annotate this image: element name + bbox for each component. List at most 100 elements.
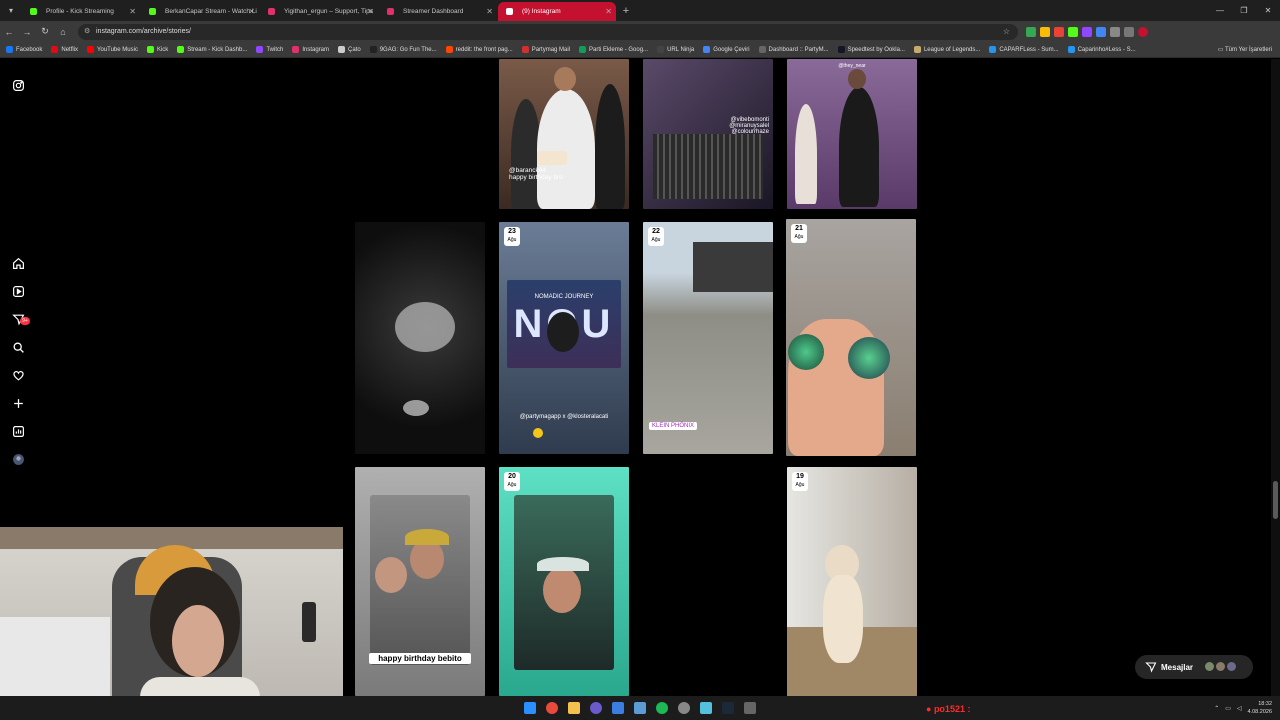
bookmark-item[interactable]: Netflix [51,46,78,53]
instagram-logo-icon[interactable] [11,79,25,93]
back-icon[interactable]: ← [0,27,18,37]
story-tile[interactable]: 21 Ağu [786,219,916,456]
bookmark-item[interactable]: Caparinho#Less - S... [1067,46,1136,53]
tab-kick-profile[interactable]: Profile - Kick Streaming ✕ [22,2,140,21]
scrollbar[interactable] [1271,59,1280,696]
heart-icon[interactable] [11,369,25,383]
tab-instagram[interactable]: (9) Instagram ✕ [498,2,616,21]
extension-icon[interactable] [1068,26,1078,37]
bookmark-item[interactable]: Parti Ekleme - Goog... [579,46,648,53]
address-bar[interactable]: ⚙ instagram.com/archive/stories/ ☆ [78,23,1018,40]
bookmark-star-icon[interactable]: ☆ [1003,24,1010,40]
bookmark-item[interactable]: Partymag Mail [521,46,570,53]
tab-kick-stream[interactable]: BerkanCapar Stream - Watch Li ✕ [141,2,259,21]
instagram-icon [506,8,513,15]
puzzle-icon[interactable] [1110,26,1120,37]
extension-icon[interactable] [1096,26,1106,37]
bottle [302,602,316,642]
profile-avatar-icon[interactable] [11,453,25,467]
bookmark-item[interactable]: Dashboard :: PartyM... [758,46,829,53]
reload-icon[interactable]: ↻ [36,26,54,37]
story-tile[interactable]: 22 Ağu KLEIN PHÖNIX [643,222,773,454]
home-icon[interactable] [11,257,25,271]
new-tab-button[interactable]: + [617,2,635,21]
site-info-icon[interactable]: ⚙ [84,24,90,40]
download-icon[interactable] [1124,26,1134,37]
reels-icon[interactable] [11,285,25,299]
extension-icon[interactable] [1040,26,1050,37]
create-icon[interactable] [11,397,25,411]
forward-icon[interactable]: → [18,27,36,37]
dashboard-icon[interactable] [11,425,25,439]
bookmark-favicon-icon [51,46,59,53]
story-tile[interactable]: @vibebomonti @miranuysalel @colourrhaze [643,59,773,209]
home-icon[interactable]: ⌂ [54,27,72,37]
profile-avatar-icon[interactable] [1138,26,1148,37]
story-tile[interactable] [355,222,485,454]
windows-start-icon[interactable] [524,702,536,714]
story-tile[interactable]: @baranck44 happy birthday bro [499,59,629,209]
bookmark-item[interactable]: Speedtest by Ookla... [837,46,905,53]
file-explorer-icon[interactable] [568,702,580,714]
network-icon[interactable]: ▭ [1225,705,1231,712]
all-bookmarks-button[interactable]: ▭ Tüm Yer İşaretleri [1218,42,1272,58]
bookmark-item[interactable]: League of Legends... [913,46,980,53]
bookmark-item[interactable]: YouTube Music [87,46,138,53]
extension-icon[interactable] [1054,26,1064,37]
story-tile[interactable]: 19 Ağu [787,467,917,696]
tab-support[interactable]: Yigithan_ergun – Support, Tips ✕ [260,2,378,21]
app-icon[interactable] [744,702,756,714]
bookmark-favicon-icon [657,46,665,53]
close-tab-icon[interactable]: ✕ [248,2,255,21]
close-tab-icon[interactable]: ✕ [486,2,493,21]
tab-strip: ▾ Profile - Kick Streaming ✕ BerkanCapar … [0,0,1280,21]
messages-button[interactable]: Mesajlar [1135,655,1253,679]
clock[interactable]: 18:32 4.08.2026 [1248,700,1272,716]
bookmark-item[interactable]: Çato [338,46,361,53]
story-tile[interactable]: happy birthday bebito [355,467,485,696]
story-tile[interactable]: 20 Ağu [499,467,629,696]
story-tile[interactable]: @they_near [787,59,917,209]
bookmark-item[interactable]: Twitch [256,46,283,53]
discord-icon[interactable] [590,702,602,714]
tab-streamer-dashboard[interactable]: Streamer Dashboard ✕ [379,2,497,21]
bookmark-item[interactable]: URL Ninja [657,46,694,53]
app-icon[interactable] [700,702,712,714]
steam-icon[interactable] [722,702,734,714]
obs-icon[interactable] [678,702,690,714]
minimize-icon[interactable]: — [1208,0,1232,21]
bookmark-item[interactable]: Facebook [6,46,42,53]
folder-icon: ▭ [1217,47,1225,53]
bookmark-favicon-icon [703,46,711,53]
chrome-icon[interactable] [546,702,558,714]
close-window-icon[interactable]: ✕ [1256,0,1280,21]
bookmark-item[interactable]: Google Çeviri [703,46,750,53]
bookmark-item[interactable]: Kick [146,46,168,53]
bookmark-favicon-icon [256,46,264,53]
direct-messages-icon [1145,662,1157,673]
tab-search-icon[interactable]: ▾ [0,0,22,21]
notification-badge: 9+ [20,317,30,325]
app-icon[interactable] [634,702,646,714]
warning-icon: ● [926,704,934,714]
bookmark-item[interactable]: reddit: the front pag... [445,46,513,53]
bookmark-favicon-icon [338,46,346,53]
bookmark-item[interactable]: CAPARFLess - Sum... [989,46,1059,53]
bookmark-item[interactable]: Stream - Kick Dashb... [177,46,247,53]
bookmark-item[interactable]: Instagram [292,46,329,53]
search-icon[interactable] [11,341,25,355]
story-tile[interactable]: 23Ağu NOMADIC JOURNEY NOU @partymagapp x… [499,222,629,454]
bookmark-item[interactable]: 9GAG: Go Fun The... [369,46,437,53]
extension-icon[interactable] [1082,26,1092,37]
close-tab-icon[interactable]: ✕ [129,2,136,21]
extension-icon[interactable] [1026,26,1036,37]
chevron-up-icon[interactable]: ⌃ [1214,705,1219,712]
scrollbar-thumb[interactable] [1273,481,1278,519]
app-icon[interactable] [612,702,624,714]
maximize-icon[interactable]: ❐ [1232,0,1256,21]
close-tab-icon[interactable]: ✕ [367,2,374,21]
kick-chat-alert: ● po1521 : [926,704,971,714]
close-tab-icon[interactable]: ✕ [605,2,612,21]
spotify-icon[interactable] [656,702,668,714]
volume-icon[interactable]: ◁ [1237,705,1242,712]
